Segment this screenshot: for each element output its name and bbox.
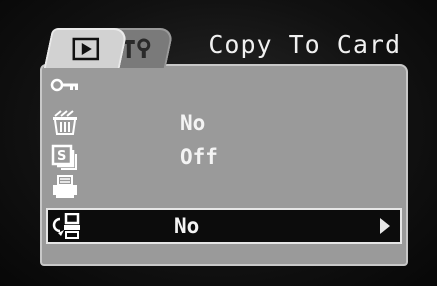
tab-playback[interactable] (43, 28, 129, 68)
menu-panel: No S Off No (40, 64, 408, 266)
slideshow-icon: S (50, 144, 80, 170)
menu-item-value: Off (180, 145, 218, 169)
menu-item-print-order[interactable] (50, 174, 398, 200)
menu-item-value: No (180, 111, 206, 135)
menu-item-slideshow[interactable]: S Off (50, 144, 398, 170)
menu-item-value: No (174, 214, 200, 238)
playback-icon (72, 37, 100, 61)
menu-item-erase[interactable]: No (50, 110, 398, 136)
menu-item-protect[interactable] (50, 72, 398, 98)
protect-key-icon (50, 73, 80, 97)
svg-text:S: S (57, 149, 66, 164)
right-arrow-icon[interactable] (380, 218, 390, 234)
menu-item-copy-to-card[interactable]: No (46, 208, 402, 244)
screen-title: Copy To Card (208, 30, 401, 59)
copy-to-card-icon (52, 213, 82, 239)
erase-trash-icon (50, 110, 80, 135)
print-order-icon (50, 175, 80, 199)
